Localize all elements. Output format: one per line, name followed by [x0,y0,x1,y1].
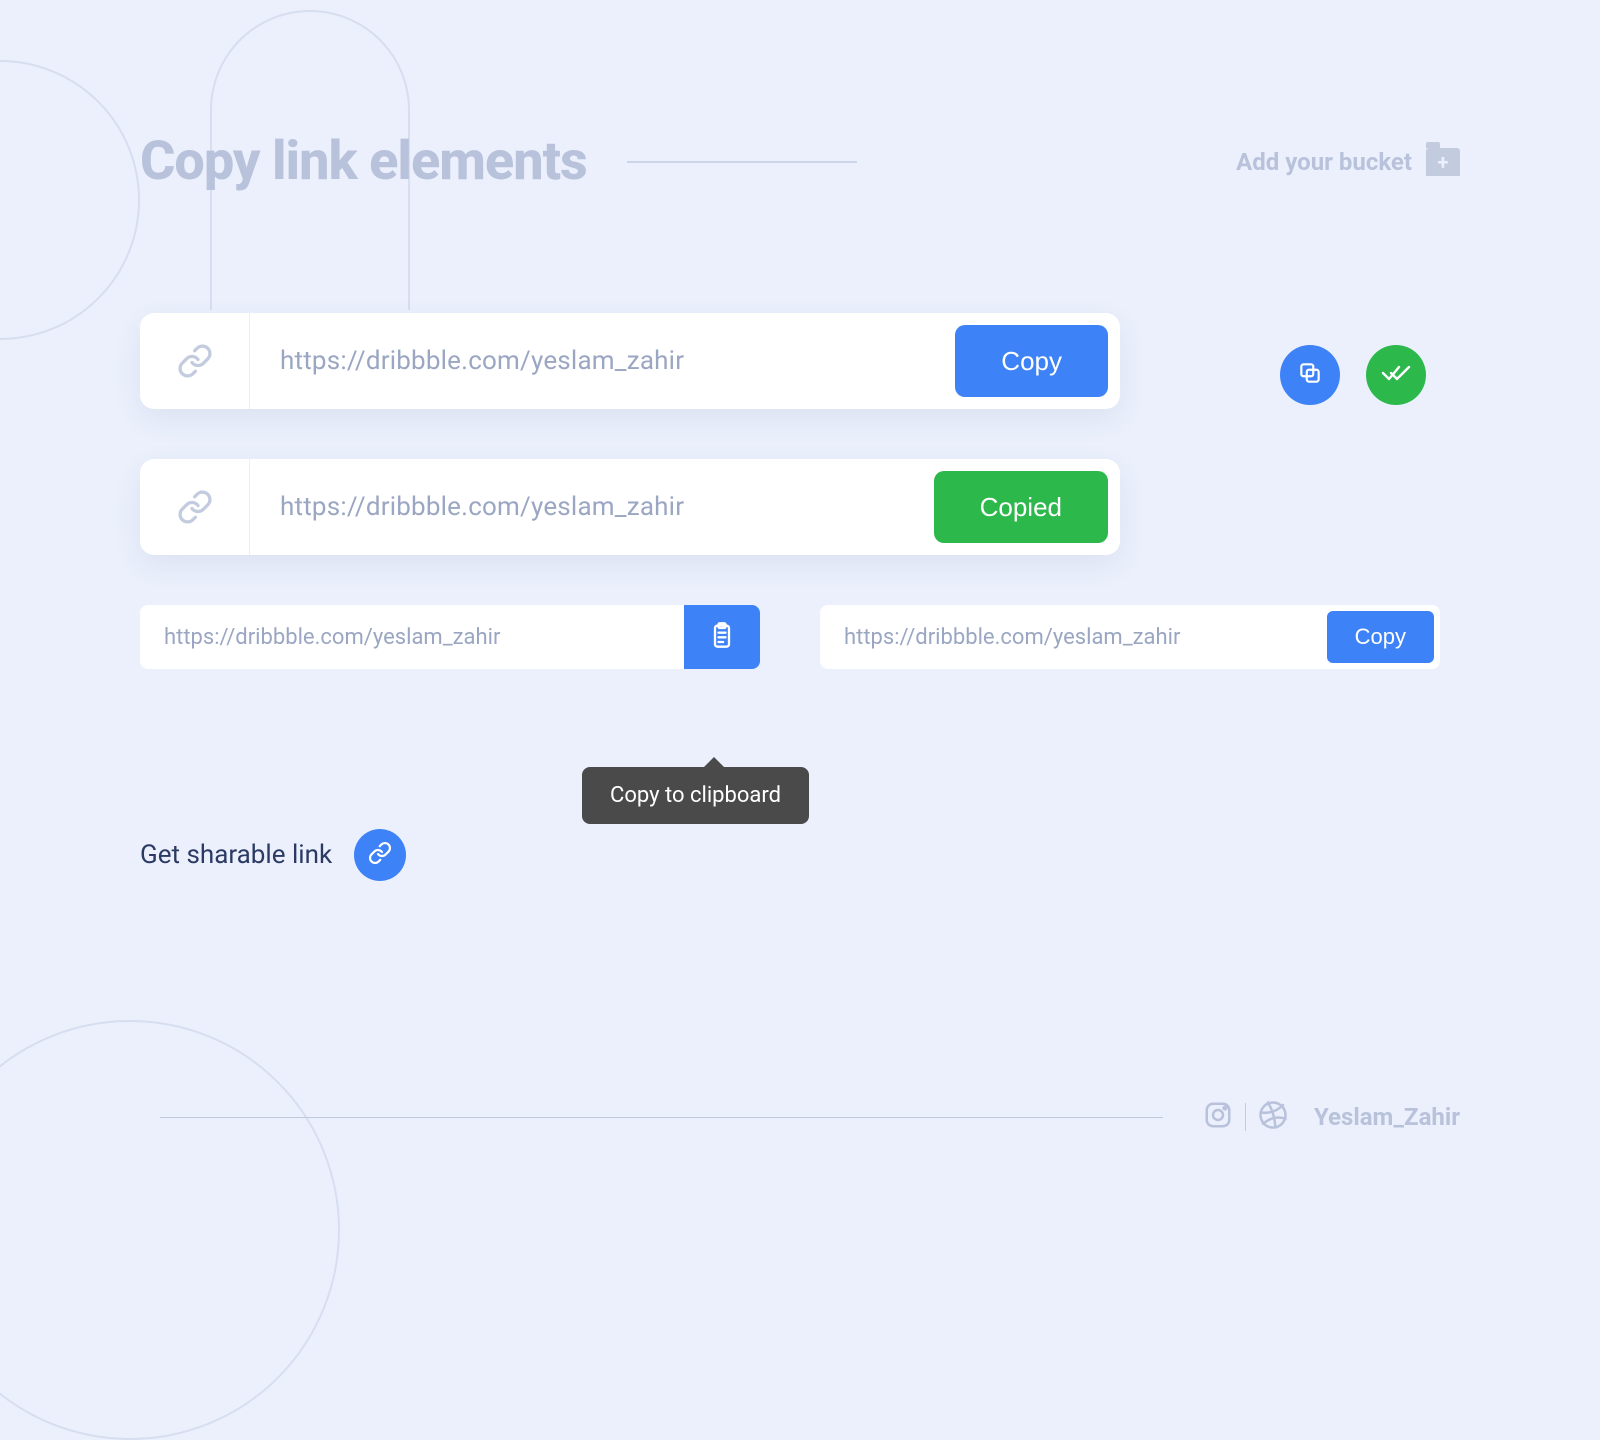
compact-link-row-text: https://dribbble.com/yeslam_zahir Copy [820,605,1440,669]
compact-link-row-icon: https://dribbble.com/yeslam_zahir [140,605,760,669]
link-url-text: https://dribbble.com/yeslam_zahir [250,346,943,376]
copy-button[interactable]: Copy [955,325,1108,397]
sharable-row: Get sharable link [140,829,1460,881]
tooltip: Copy to clipboard [582,767,809,824]
compact-url-text: https://dribbble.com/yeslam_zahir [140,625,684,650]
double-check-icon [1381,363,1411,387]
copied-circle-button[interactable] [1366,345,1426,405]
copy-icon [1297,360,1323,390]
page-title: Copy link elements [140,130,587,193]
link-row-copied: https://dribbble.com/yeslam_zahir Copied [140,459,1120,555]
dribbble-icon[interactable] [1258,1100,1288,1134]
sharable-link-button[interactable] [354,829,406,881]
copied-button[interactable]: Copied [934,471,1108,543]
footer-icon-divider [1245,1103,1246,1131]
footer: Yeslam_Zahir [160,1100,1460,1134]
link-row-copy: https://dribbble.com/yeslam_zahir Copy [140,313,1120,409]
sharable-label: Get sharable link [140,840,332,870]
link-icon [368,841,392,869]
compact-url-text: https://dribbble.com/yeslam_zahir [820,625,1321,650]
bg-decor-circle-bottom [0,1020,340,1440]
copy-circle-button[interactable] [1280,345,1340,405]
tooltip-text: Copy to clipboard [610,783,781,808]
footer-divider [160,1117,1163,1118]
add-bucket-label: Add your bucket [1236,148,1412,176]
link-icon [177,489,213,525]
clipboard-button[interactable] [684,605,760,669]
compact-copy-button[interactable]: Copy [1327,611,1434,663]
link-url-text: https://dribbble.com/yeslam_zahir [250,492,922,522]
header: Copy link elements Add your bucket + [140,130,1460,193]
clipboard-icon [708,621,736,653]
footer-author: Yeslam_Zahir [1314,1103,1460,1131]
instagram-icon[interactable] [1203,1100,1233,1134]
add-bucket-button[interactable]: Add your bucket + [1236,148,1460,176]
link-icon [177,343,213,379]
title-divider [627,161,857,163]
folder-plus-icon: + [1426,148,1460,176]
